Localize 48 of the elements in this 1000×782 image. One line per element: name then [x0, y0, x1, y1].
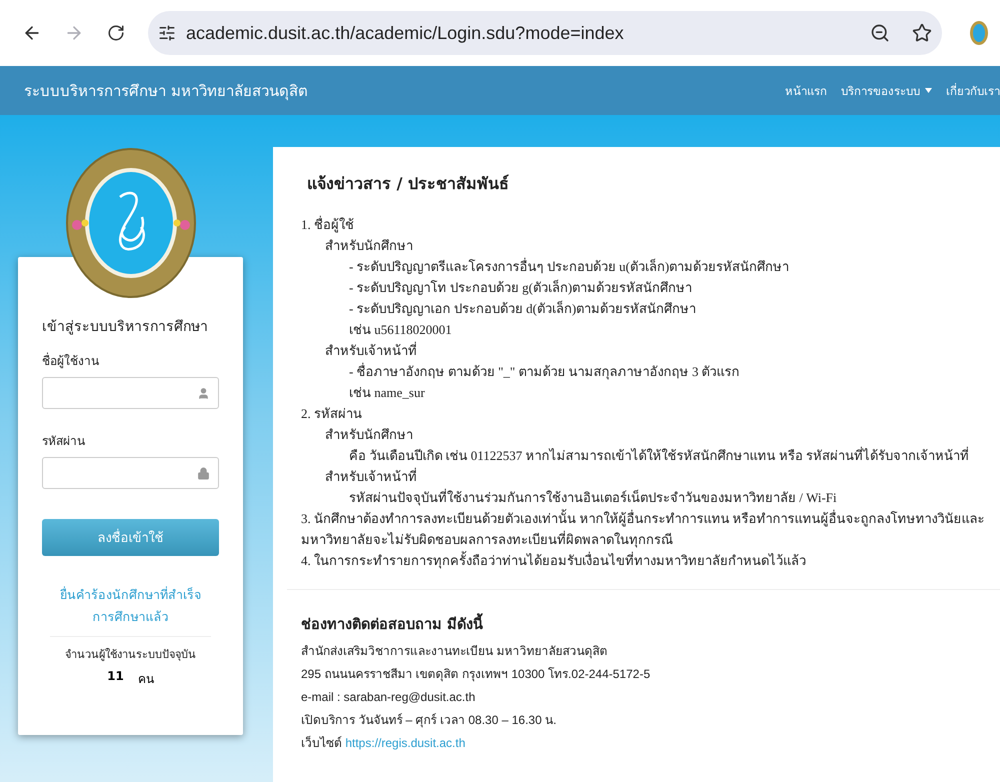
- notice-line: คือ วันเดือนปีเกิด เช่น 01122537 หากไม่สามารถเข้าได้ให้ใช้รหัสนักศึกษาแทน หรือ รหัสผ่านที่ได้รับจากเจ้าหน้าที่: [348, 446, 970, 465]
- notice-line: เช่น name_sur: [348, 384, 426, 402]
- online-users-label: จำนวนผู้ใช้งานระบบปัจจุบัน: [64, 647, 197, 663]
- bookmark-star-icon[interactable]: [912, 23, 932, 43]
- contact-line: สำนักส่งเสริมวิชาการและงานทะเบียน มหาวิทยาลัยสวนดุสิต: [301, 643, 608, 660]
- field-label: รหัสผ่าน: [42, 433, 86, 450]
- field-label: ชื่อผู้ใช้งาน: [42, 352, 100, 370]
- notice-line: สำหรับเจ้าหน้าที่: [324, 466, 418, 486]
- notice-line: เช่น u56118020001: [348, 321, 453, 339]
- site-title: ระบบบริหารการศึกษา มหาวิทยาลัยสวนดุสิต: [24, 80, 308, 102]
- notice-line: 2. รหัสผ่าน: [301, 405, 363, 423]
- password-field[interactable]: [42, 457, 219, 489]
- notice-line: - ระดับปริญญาตรีและโครงการอื่นๆ ประกอบด้วย u(ตัวเล็ก)ตามด้วยรหัสนักศึกษา: [348, 256, 790, 276]
- site-info-icon[interactable]: [158, 24, 176, 42]
- notice-line: สำหรับนักศึกษา: [324, 237, 414, 255]
- contact-line: e-mail : saraban-reg@dusit.ac.th: [301, 689, 476, 706]
- username-field[interactable]: [42, 377, 219, 409]
- user-icon: [197, 386, 210, 400]
- website-link[interactable]: https://regis.dusit.ac.th: [345, 736, 466, 750]
- notice-line: - ชื่อภาษาอังกฤษ ตามด้วย "_" ตามด้วย นามสกุลภาษาอังกฤษ 3 ตัวแรก: [348, 362, 741, 382]
- notice-line: - ระดับปริญญาโท ประกอบด้วย g(ตัวเล็ก)ตามด้วยรหัสนักศึกษา: [348, 278, 694, 297]
- contact-line: 295 ถนนนครราชสีมา เขตดุสิต กรุงเทพฯ 10300 โทร.02-244-5172-5: [301, 666, 652, 683]
- address-bar[interactable]: academic.dusit.ac.th/academic/Login.sdu?mode=index: [148, 11, 942, 55]
- website-line: เว็บไซต์ https://regis.dusit.ac.th: [301, 735, 466, 752]
- caret-icon: [925, 88, 932, 93]
- nav-link[interactable]: เกี่ยวกับเรา: [946, 82, 1000, 100]
- online-users-count: 11: [107, 669, 124, 685]
- notice-line: รหัสผ่านปัจจุบันที่ใช้งานร่วมกันการใช้งานอินเตอร์เน็ตประจำวันของมหาวิทยาลัย / Wi-Fi: [348, 488, 838, 508]
- nav-link[interactable]: บริการของระบบ: [841, 82, 932, 100]
- contact-title: ช่องทางติดต่อสอบถาม มีดังนี้: [301, 612, 986, 635]
- contact-line: เปิดบริการ วันจันทร์ – ศุกร์ เวลา 08.30 – 16.30 น.: [301, 712, 558, 729]
- graduate-request-link[interactable]: ยื่นคำร้องนักศึกษาที่สำเร็จการศึกษาแล้ว: [50, 584, 211, 637]
- reload-icon: [107, 24, 125, 42]
- url-text: academic.dusit.ac.th/academic/Login.sdu?mode=index: [186, 22, 625, 44]
- login-button[interactable]: ลงชื่อเข้าใช้: [42, 519, 219, 556]
- notice-line: 4. ในการกระทำรายการทุกครั้งถือว่าท่านได้ยอมรับเงื่อนไขที่ทางมหาวิทยาลัยกำหนดไว้แล้ว: [301, 550, 807, 570]
- notice-line: 3. นักศึกษาต้องทำการลงทะเบียนด้วยตัวเองเท่านั้น หากให้ผู้อื่นกระทำการแทน หรือทำการแทนผู้อื่นจะถูกลงโทษทางวินัยและมหาวิทยาลัยจะไม่รับผิดชอบผลการลงทะเบียนที่ผิดพลาดในทุกกรณี: [301, 508, 986, 550]
- lock-icon: [197, 466, 210, 480]
- notice-line: สำหรับนักศึกษา: [324, 426, 414, 444]
- notice-line: - ระดับปริญญาเอก ประกอบด้วย d(ตัวเล็ก)ตามด้วยรหัสนักศึกษา: [348, 300, 698, 318]
- notice-line: สำหรับเจ้าหน้าที่: [324, 340, 418, 360]
- extension-icon[interactable]: [968, 19, 990, 47]
- count-unit: คน: [138, 671, 154, 688]
- news-title: แจ้งข่าวสาร / ประชาสัมพันธ์: [307, 173, 510, 195]
- nav-link[interactable]: หน้าแรก: [785, 82, 827, 100]
- login-heading: เข้าสู่ระบบบริหารการศึกษา: [42, 318, 209, 337]
- zoom-icon[interactable]: [870, 23, 890, 43]
- notice-line: 1. ชื่อผู้ใช้: [301, 214, 355, 234]
